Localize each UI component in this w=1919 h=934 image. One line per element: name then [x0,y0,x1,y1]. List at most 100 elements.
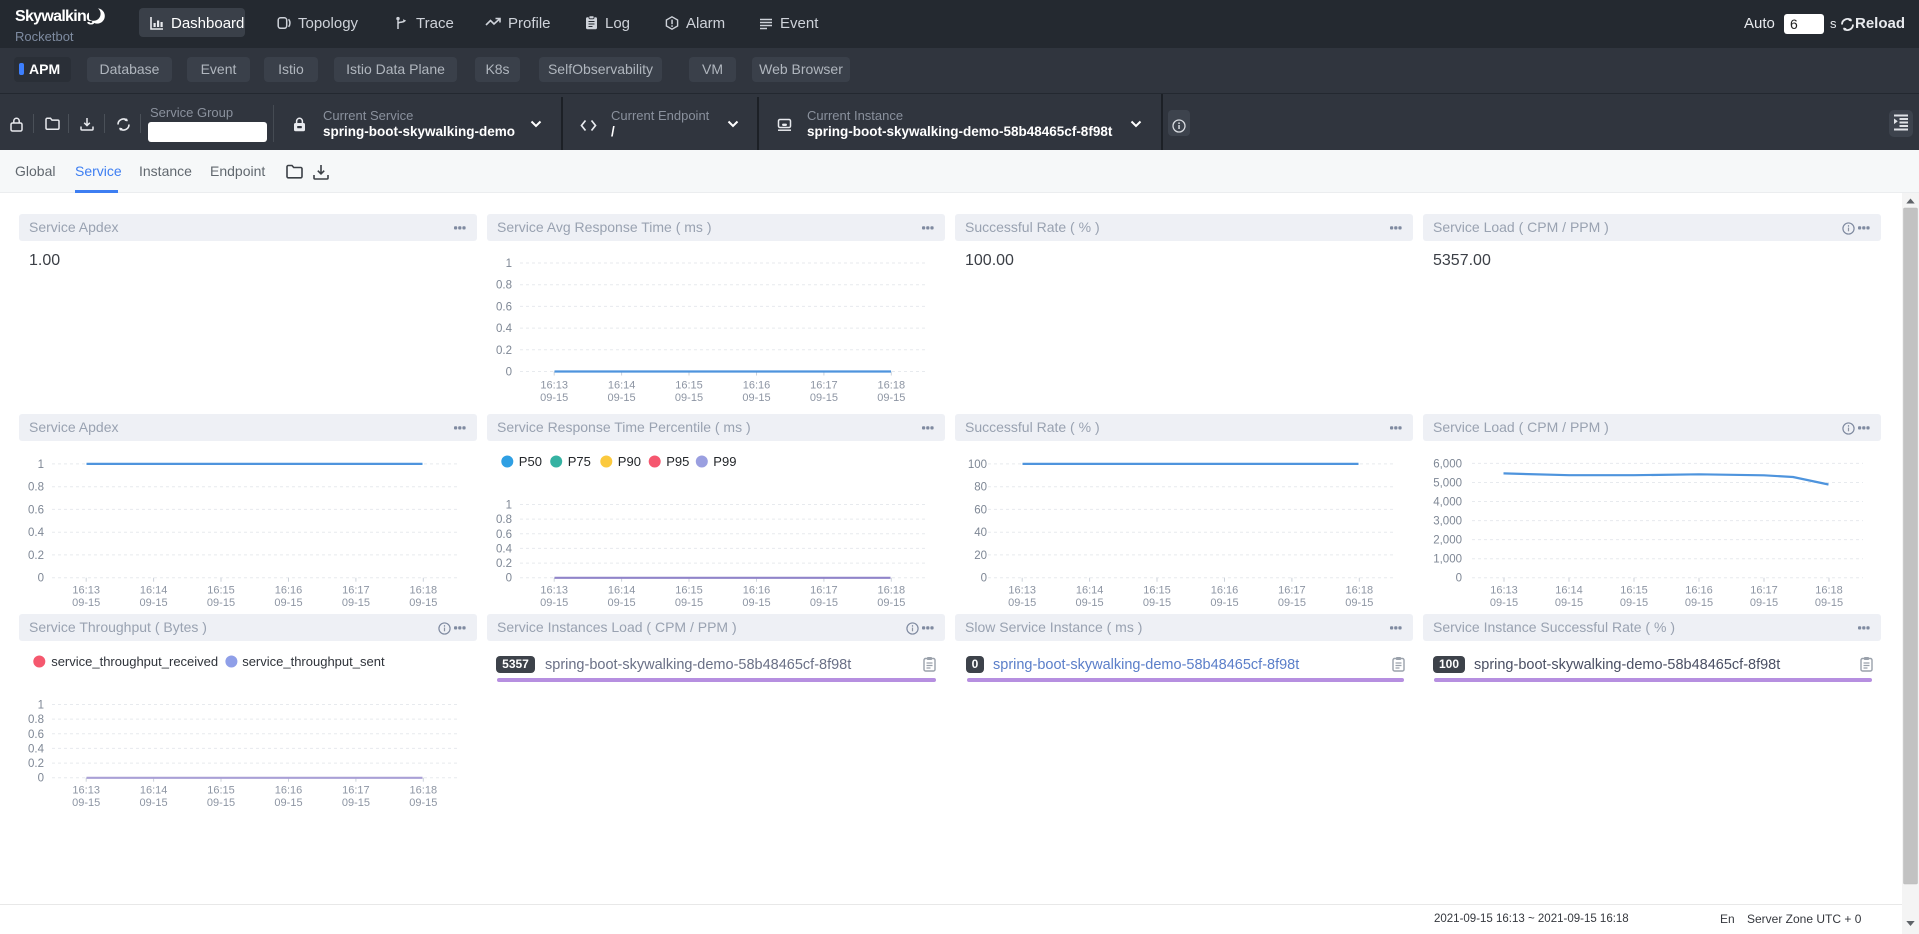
svg-text:16:13: 16:13 [1008,585,1036,597]
svg-text:20: 20 [974,550,987,562]
svg-text:0.6: 0.6 [28,504,44,516]
svg-text:0: 0 [38,573,44,585]
svg-text:09-15: 09-15 [140,797,168,809]
svg-text:0.8: 0.8 [496,514,512,526]
svg-text:16:18: 16:18 [410,785,438,797]
svg-text:16:13: 16:13 [1490,585,1518,597]
svg-text:16:14: 16:14 [608,380,636,392]
svg-text:16:13: 16:13 [540,585,568,597]
svg-text:40: 40 [974,527,987,539]
svg-text:6,000: 6,000 [1433,458,1462,470]
svg-text:0.6: 0.6 [28,729,44,741]
svg-text:1: 1 [38,459,44,471]
svg-text:09-15: 09-15 [877,597,905,609]
svg-text:0.8: 0.8 [28,482,44,494]
svg-text:16:15: 16:15 [675,585,703,597]
svg-text:09-15: 09-15 [877,392,905,404]
svg-text:16:16: 16:16 [1211,585,1239,597]
svg-text:09-15: 09-15 [1750,597,1778,609]
svg-text:09-15: 09-15 [409,797,437,809]
svg-text:16:18: 16:18 [878,380,906,392]
svg-text:16:14: 16:14 [1555,585,1583,597]
svg-text:16:18: 16:18 [1346,585,1374,597]
svg-text:4,000: 4,000 [1433,497,1462,509]
svg-text:16:13: 16:13 [72,785,100,797]
svg-text:16:17: 16:17 [1278,585,1306,597]
svg-text:16:17: 16:17 [342,785,370,797]
svg-text:16:17: 16:17 [342,585,370,597]
svg-text:0.6: 0.6 [496,301,512,313]
svg-text:16:16: 16:16 [743,585,771,597]
svg-text:16:17: 16:17 [810,380,838,392]
svg-text:09-15: 09-15 [1620,597,1648,609]
svg-text:16:17: 16:17 [810,585,838,597]
svg-text:09-15: 09-15 [207,797,235,809]
svg-text:16:13: 16:13 [540,380,568,392]
svg-text:1: 1 [506,500,512,512]
svg-text:0.2: 0.2 [496,345,512,357]
svg-text:09-15: 09-15 [608,597,636,609]
svg-text:09-15: 09-15 [342,597,370,609]
svg-text:0.2: 0.2 [28,758,44,770]
svg-text:0.4: 0.4 [496,543,513,555]
svg-text:16:16: 16:16 [1685,585,1713,597]
svg-text:09-15: 09-15 [1490,597,1518,609]
svg-text:0: 0 [38,773,44,785]
svg-text:09-15: 09-15 [274,597,302,609]
svg-text:16:15: 16:15 [1143,585,1171,597]
svg-text:0: 0 [506,367,512,379]
svg-text:09-15: 09-15 [675,392,703,404]
svg-text:0.2: 0.2 [28,550,44,562]
svg-text:09-15: 09-15 [140,597,168,609]
svg-text:09-15: 09-15 [810,392,838,404]
svg-text:09-15: 09-15 [409,597,437,609]
svg-text:09-15: 09-15 [72,797,100,809]
svg-text:09-15: 09-15 [675,597,703,609]
svg-text:0.4: 0.4 [28,527,45,539]
svg-text:16:14: 16:14 [1076,585,1104,597]
svg-text:0.2: 0.2 [496,558,512,570]
svg-text:16:18: 16:18 [878,585,906,597]
svg-text:09-15: 09-15 [342,797,370,809]
svg-text:0.4: 0.4 [28,743,45,755]
svg-text:09-15: 09-15 [1008,597,1036,609]
svg-text:0: 0 [506,573,512,585]
svg-text:09-15: 09-15 [540,392,568,404]
svg-text:0: 0 [981,573,987,585]
svg-text:16:17: 16:17 [1750,585,1778,597]
svg-text:09-15: 09-15 [540,597,568,609]
svg-text:09-15: 09-15 [1278,597,1306,609]
svg-text:09-15: 09-15 [1345,597,1373,609]
svg-text:2,000: 2,000 [1433,535,1462,547]
svg-text:16:14: 16:14 [608,585,636,597]
svg-text:16:14: 16:14 [140,585,168,597]
svg-text:16:15: 16:15 [1620,585,1648,597]
svg-text:1,000: 1,000 [1433,554,1462,566]
svg-text:16:15: 16:15 [207,785,235,797]
svg-text:16:18: 16:18 [410,585,438,597]
svg-text:09-15: 09-15 [608,392,636,404]
svg-text:0.8: 0.8 [28,714,44,726]
svg-text:09-15: 09-15 [207,597,235,609]
svg-text:09-15: 09-15 [1143,597,1171,609]
svg-text:0.8: 0.8 [496,280,512,292]
svg-text:09-15: 09-15 [1815,597,1843,609]
svg-text:16:14: 16:14 [140,785,168,797]
svg-text:09-15: 09-15 [1076,597,1104,609]
svg-text:09-15: 09-15 [810,597,838,609]
svg-text:5,000: 5,000 [1433,478,1462,490]
svg-text:16:16: 16:16 [743,380,771,392]
svg-text:09-15: 09-15 [274,797,302,809]
svg-text:0.4: 0.4 [496,323,513,335]
svg-text:09-15: 09-15 [1210,597,1238,609]
svg-text:0.6: 0.6 [496,529,512,541]
svg-text:09-15: 09-15 [742,392,770,404]
svg-text:16:16: 16:16 [275,785,303,797]
svg-text:0: 0 [1456,573,1462,585]
svg-text:16:18: 16:18 [1815,585,1843,597]
svg-text:60: 60 [974,504,987,516]
svg-text:3,000: 3,000 [1433,516,1462,528]
svg-text:100: 100 [968,459,987,471]
svg-text:1: 1 [506,258,512,270]
svg-text:16:13: 16:13 [72,585,100,597]
